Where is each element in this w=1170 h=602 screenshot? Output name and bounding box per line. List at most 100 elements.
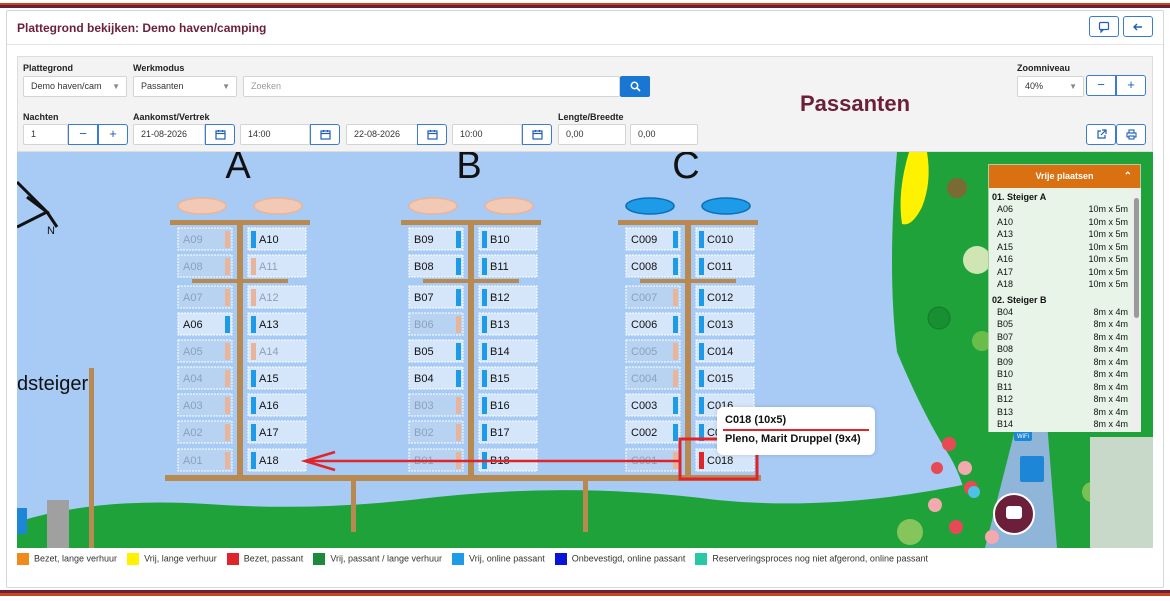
free-berth-size: 8m x 4m: [1093, 381, 1128, 392]
werkmodus-select[interactable]: Passanten ▼: [133, 76, 237, 97]
aankomst-label: Aankomst/Vertrek: [133, 112, 210, 122]
berth-status: [482, 343, 487, 360]
zoom-label: Zoomniveau: [1017, 63, 1071, 73]
berth-label: C018: [707, 455, 733, 467]
free-berth-row[interactable]: B09 8m x 4m: [989, 356, 1132, 369]
plattegrond-select[interactable]: Demo haven/cam ▼: [23, 76, 127, 97]
free-berth-row[interactable]: B05 8m x 4m: [989, 318, 1132, 331]
free-berth-row[interactable]: B11 8m x 4m: [989, 381, 1132, 394]
berth-status: [225, 452, 230, 469]
berth-status: [225, 316, 230, 333]
berth-label: C013: [707, 319, 733, 331]
calendar-icon: [531, 130, 543, 140]
nachten-minus-button[interactable]: −: [68, 124, 98, 145]
vrije-plaatsen-header[interactable]: Vrije plaatsen ⌃: [989, 165, 1140, 188]
free-berth-row[interactable]: B14 8m x 4m: [989, 418, 1132, 431]
free-berth-size: 8m x 4m: [1093, 356, 1128, 367]
free-berth-size: 8m x 4m: [1093, 369, 1128, 379]
berth-label: C008: [631, 261, 657, 273]
search-input[interactable]: Zoeken: [243, 76, 620, 97]
legend-label: Vrij, passant / lange verhuur: [330, 553, 443, 564]
scrollbar[interactable]: [1132, 188, 1141, 432]
free-berth-id: B05: [997, 319, 1014, 329]
berth-label: A02: [183, 427, 203, 439]
free-berth-row[interactable]: A06 10m x 5m: [989, 203, 1132, 216]
legend-swatch: [127, 553, 140, 565]
lengte-input[interactable]: 0,00: [558, 124, 626, 145]
berth-label: C006: [631, 319, 657, 331]
berth-status: [699, 452, 704, 469]
berth-label: C005: [631, 346, 657, 358]
free-berth-row[interactable]: A15 10m x 5m: [989, 241, 1132, 254]
pier-label: C: [672, 152, 699, 187]
plattegrond-label: Plattegrond: [23, 63, 74, 73]
berth-label: B15: [490, 373, 510, 385]
free-berth-row[interactable]: A13 10m x 5m: [989, 228, 1132, 241]
free-berth-size: 10m x 5m: [1088, 216, 1128, 227]
nachten-input[interactable]: 1: [23, 124, 68, 145]
berth-label: A05: [183, 346, 203, 358]
breedte-input[interactable]: 0,00: [630, 124, 698, 145]
berth-label: B07: [414, 292, 434, 304]
free-berth-row[interactable]: B07 8m x 4m: [989, 331, 1132, 344]
berth-label: A13: [259, 319, 279, 331]
arrival-time-picker[interactable]: [310, 124, 340, 145]
tree: [947, 178, 967, 198]
departure-date-picker[interactable]: [417, 124, 447, 145]
berth-status: [456, 289, 461, 306]
pier-label: B: [456, 152, 481, 187]
search-button[interactable]: [620, 76, 650, 97]
free-berth-size: 8m x 4m: [1093, 306, 1128, 317]
berth-label: A16: [259, 400, 279, 412]
nachten-plus-button[interactable]: +: [98, 124, 128, 145]
berth-label: A07: [183, 292, 203, 304]
scrollbar-thumb[interactable]: [1134, 198, 1139, 318]
free-berth-row[interactable]: A18 10m x 5m: [989, 278, 1132, 291]
free-berth-row[interactable]: A17 10m x 5m: [989, 266, 1132, 279]
zoom-select[interactable]: 40% ▼: [1017, 76, 1084, 97]
berth-label: A18: [259, 455, 279, 467]
berth-status: [482, 316, 487, 333]
berth-status: [673, 289, 678, 306]
arrival-time-input[interactable]: 14:00: [240, 124, 310, 145]
calendar-icon: [426, 130, 438, 140]
free-berth-row[interactable]: A16 10m x 5m: [989, 253, 1132, 266]
print-button[interactable]: [1116, 124, 1146, 145]
open-external-button[interactable]: [1086, 124, 1116, 145]
free-berth-row[interactable]: B04 8m x 4m: [989, 306, 1132, 319]
free-berth-row[interactable]: B13 8m x 4m: [989, 406, 1132, 419]
berth-status: [225, 397, 230, 414]
free-berth-row[interactable]: B12 8m x 4m: [989, 393, 1132, 406]
departure-date-input[interactable]: 22-08-2026: [346, 124, 418, 145]
arrival-date-picker[interactable]: [205, 124, 235, 145]
back-button[interactable]: [1123, 16, 1153, 37]
parasol: [949, 520, 963, 534]
free-berth-row[interactable]: B10 8m x 4m: [989, 368, 1132, 381]
parasol: [942, 437, 956, 451]
departure-time-input[interactable]: 10:00: [452, 124, 522, 145]
vrije-plaatsen-list[interactable]: 01. Steiger A A06 10m x 5m A10 10m x 5m A13 10…: [989, 188, 1132, 432]
legend-swatch: [313, 553, 326, 565]
free-berth-row[interactable]: A10 10m x 5m: [989, 216, 1132, 229]
nachten-label: Nachten: [23, 112, 59, 122]
departure-time-picker[interactable]: [522, 124, 552, 145]
berth-status: [482, 370, 487, 387]
chevron-up-icon: ⌃: [1123, 171, 1132, 182]
arrival-date-input[interactable]: 21-08-2026: [133, 124, 205, 145]
free-berth-id: B09: [997, 356, 1014, 367]
jetty-spine: [237, 220, 243, 478]
berth-status: [673, 231, 678, 248]
free-berth-id: A18: [997, 279, 1014, 289]
parasol: [958, 461, 972, 475]
legend-swatch: [452, 553, 465, 565]
berth-status: [225, 370, 230, 387]
free-berth-id: B12: [997, 394, 1014, 404]
calendar-icon: [319, 130, 331, 140]
free-berth-id: B04: [997, 306, 1014, 317]
free-berth-row[interactable]: B08 8m x 4m: [989, 343, 1132, 356]
free-berth-id: A16: [997, 254, 1014, 264]
zoom-in-button[interactable]: +: [1116, 75, 1146, 96]
zoom-out-button[interactable]: −: [1086, 75, 1116, 96]
berth-label: B03: [414, 400, 434, 412]
comment-button[interactable]: [1089, 16, 1119, 37]
